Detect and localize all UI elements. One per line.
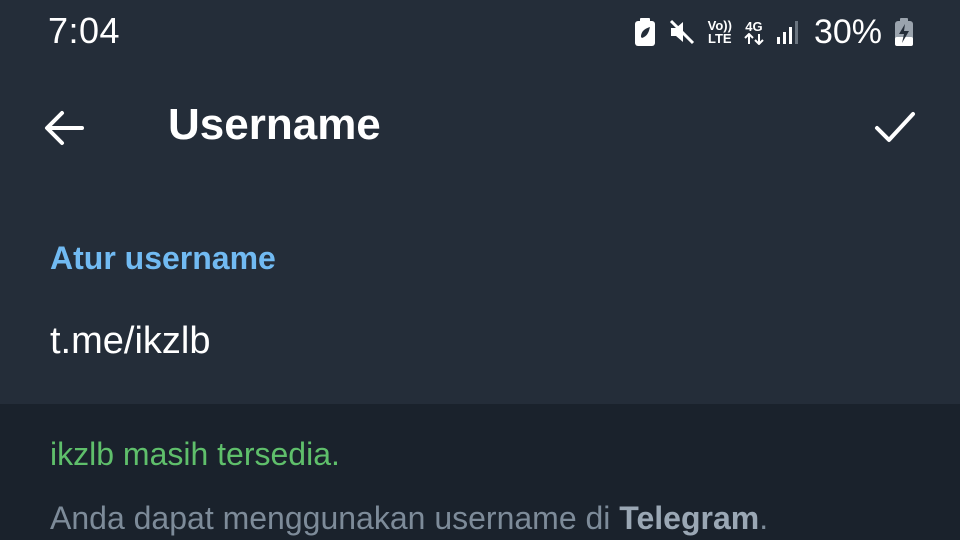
info-section: ikzlb masih tersedia. Anda dapat menggun… bbox=[0, 404, 960, 540]
data-type-label: 4G bbox=[745, 18, 763, 34]
page-title: Username bbox=[168, 100, 381, 149]
arrow-left-icon bbox=[45, 111, 84, 145]
back-button[interactable] bbox=[40, 104, 88, 152]
data-arrows-icon bbox=[744, 32, 764, 45]
app-bar: Username bbox=[0, 62, 960, 192]
hint-prefix: Anda dapat menggunakan username di bbox=[50, 500, 620, 536]
battery-percent: 30% bbox=[813, 12, 882, 51]
section-header: Atur username bbox=[50, 240, 276, 276]
4g-data-icon: 4G bbox=[744, 20, 764, 45]
availability-message: ikzlb masih tersedia. bbox=[50, 436, 340, 472]
username-input[interactable]: t.me/ikzlb bbox=[50, 320, 910, 372]
battery-saver-icon bbox=[634, 17, 656, 47]
confirm-button[interactable] bbox=[870, 102, 920, 152]
status-time: 7:04 bbox=[48, 10, 121, 51]
hint-text: Anda dapat menggunakan username di Teleg… bbox=[50, 500, 768, 537]
hint-suffix: . bbox=[759, 500, 769, 536]
lte-label: LTE bbox=[707, 31, 732, 46]
hint-telegram-link: Telegram bbox=[619, 500, 760, 536]
status-icons: Vo)) LTE 4G 30% bbox=[634, 10, 914, 54]
volte-icon: Vo)) LTE bbox=[708, 19, 732, 45]
username-section: Atur username t.me/ikzlb bbox=[0, 192, 960, 404]
status-bar: 7:04 Vo)) LTE 4G 30% bbox=[0, 0, 960, 62]
battery-charging-icon bbox=[894, 17, 914, 47]
signal-icon bbox=[776, 19, 800, 45]
check-icon bbox=[875, 112, 915, 142]
mute-icon bbox=[668, 18, 696, 46]
